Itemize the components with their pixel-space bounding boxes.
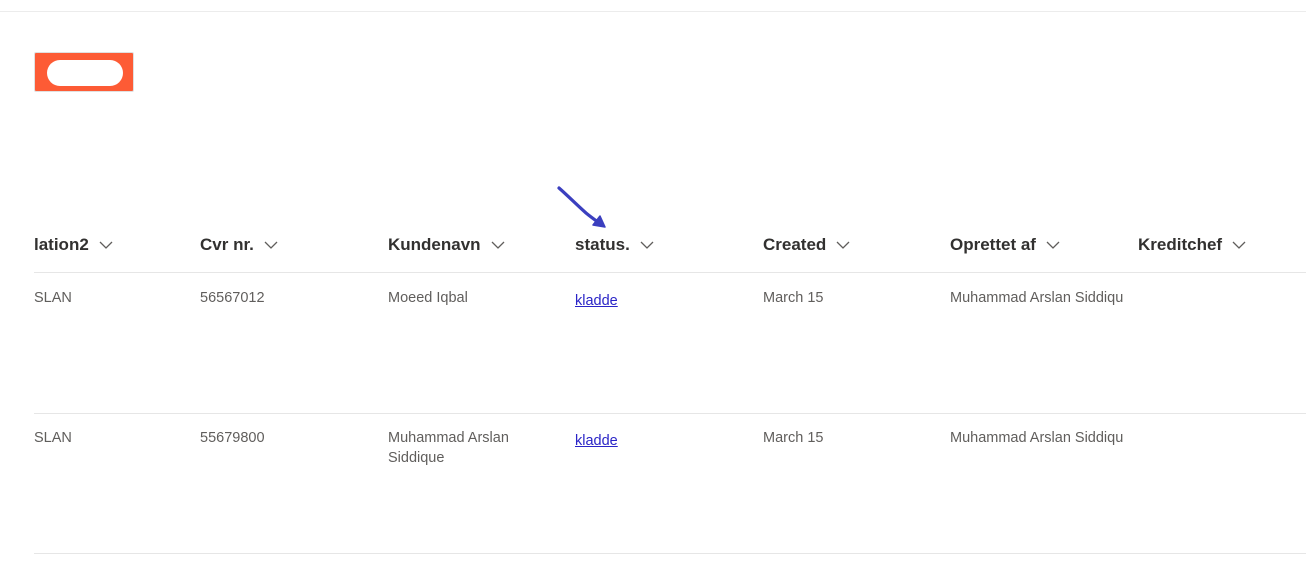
column-header-label: status.	[575, 235, 630, 254]
header-divider	[34, 272, 1306, 273]
cell-status: kladde	[575, 291, 618, 311]
chevron-down-icon[interactable]	[836, 238, 850, 252]
chevron-down-icon[interactable]	[640, 238, 654, 252]
row-divider	[34, 553, 1306, 554]
column-header-oprettet-af[interactable]: Oprettet af	[950, 234, 1060, 256]
column-header-label: Cvr nr.	[200, 235, 254, 254]
cell-kundenavn: Muhammad Arslan Siddique	[388, 430, 509, 466]
chevron-down-icon[interactable]	[264, 238, 278, 252]
column-header-created[interactable]: Created	[763, 234, 850, 256]
list-view: lation2 Cvr nr. Kundenavn status. Create…	[0, 0, 1306, 565]
chevron-down-icon[interactable]	[1046, 238, 1060, 252]
row-divider	[34, 413, 1306, 414]
column-header-kundenavn[interactable]: Kundenavn	[388, 234, 505, 256]
cell-oprettet-af: Muhammad Arslan Siddique	[950, 430, 1123, 446]
cell-created: March 15	[763, 290, 824, 306]
cell-relation: SLAN	[34, 430, 72, 446]
column-header-label: Created	[763, 235, 827, 254]
cell-cvr: 56567012	[200, 290, 265, 306]
column-header-relation[interactable]: lation2	[34, 234, 113, 256]
chevron-down-icon[interactable]	[491, 238, 505, 252]
column-header-label: Kreditchef	[1138, 235, 1223, 254]
column-header-status[interactable]: status.	[575, 234, 654, 256]
annotation-arrow-icon	[557, 186, 606, 228]
cell-relation: SLAN	[34, 290, 72, 306]
cell-status: kladde	[575, 431, 618, 451]
status-link[interactable]: kladde	[575, 293, 618, 309]
column-header-cvr[interactable]: Cvr nr.	[200, 234, 278, 256]
chevron-down-icon[interactable]	[1232, 238, 1246, 252]
column-header-kreditchef[interactable]: Kreditchef	[1138, 234, 1246, 256]
status-link[interactable]: kladde	[575, 433, 618, 449]
column-header-label: lation2	[34, 235, 89, 254]
column-header-label: Kundenavn	[388, 235, 481, 254]
chevron-down-icon[interactable]	[99, 238, 113, 252]
cell-cvr: 55679800	[200, 430, 265, 446]
cell-kundenavn: Moeed Iqbal	[388, 290, 468, 306]
cell-created: March 15	[763, 430, 824, 446]
cell-oprettet-af: Muhammad Arslan Siddique	[950, 290, 1123, 306]
column-header-label: Oprettet af	[950, 235, 1036, 254]
